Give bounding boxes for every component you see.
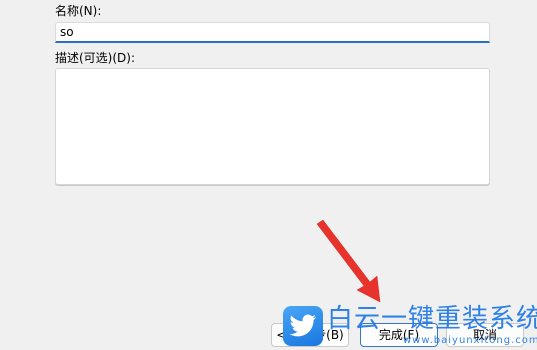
name-input-value: so	[60, 25, 74, 39]
back-button[interactable]: < 上一步(B)	[271, 323, 349, 347]
description-textarea[interactable]	[55, 68, 490, 185]
name-label: 名称(N):	[55, 4, 102, 18]
finish-button[interactable]: 完成(F)	[360, 323, 438, 347]
description-label: 描述(可选)(D):	[55, 51, 136, 65]
name-input[interactable]: so	[55, 22, 490, 43]
cancel-button[interactable]: 取消	[446, 323, 524, 347]
